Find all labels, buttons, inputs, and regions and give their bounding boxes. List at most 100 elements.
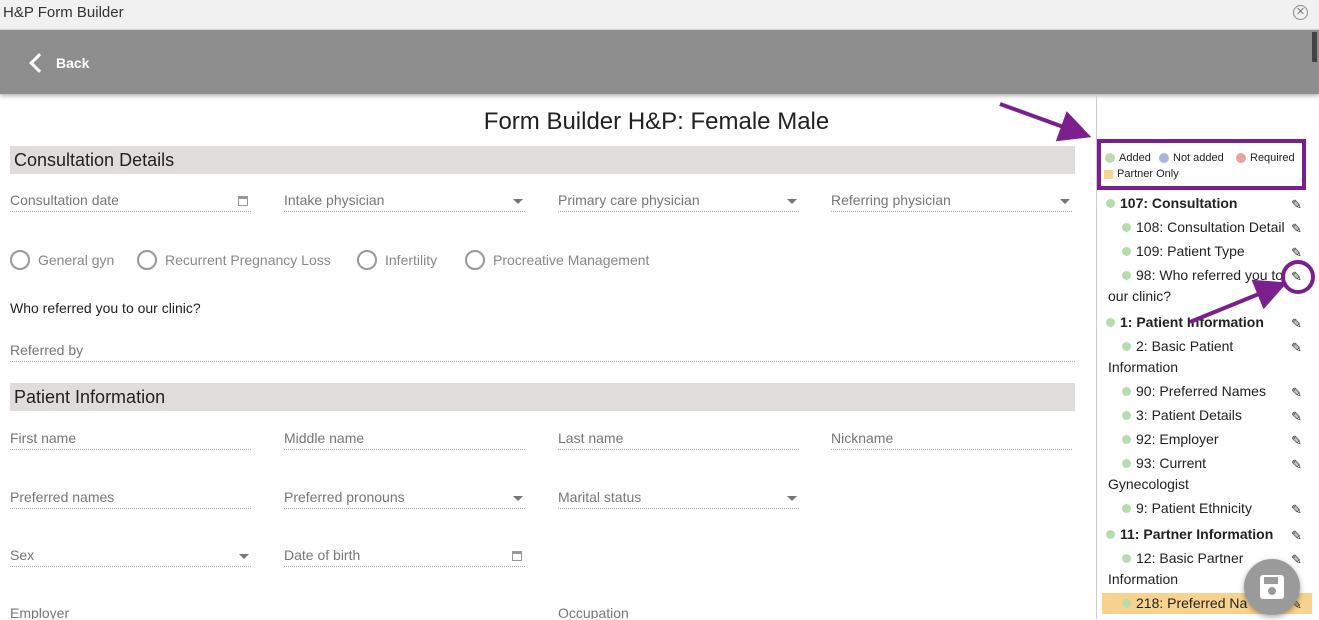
intake-physician-select[interactable]: Intake physician [284, 188, 525, 212]
legend-added: Added [1105, 152, 1151, 164]
pencil-icon[interactable]: ✎ [1291, 313, 1302, 334]
pencil-icon[interactable]: ✎ [1291, 525, 1302, 546]
status-dot-icon [1122, 504, 1131, 513]
chevron-down-icon [787, 199, 797, 204]
chevron-down-icon [513, 496, 523, 501]
field-label: Employer [10, 605, 70, 619]
tree-node-label: 98: Who referred you to [1136, 267, 1284, 283]
legend: Added Not added Required Partner Only [1097, 139, 1306, 190]
red-dot-icon [1236, 153, 1246, 163]
blue-dot-icon [1159, 153, 1169, 163]
green-dot-icon [1105, 153, 1115, 163]
referring-physician-select[interactable]: Referring physician [831, 188, 1072, 212]
legend-partner-only: Partner Only [1104, 168, 1179, 180]
tree-node-93[interactable]: 93: Current Gynecologist ✎ [1102, 453, 1312, 495]
tree-node-98[interactable]: 98: Who referred you to our clinic? ✎ [1102, 265, 1312, 307]
preferred-pronouns-select[interactable]: Preferred pronouns [284, 485, 525, 509]
back-label: Back [56, 55, 90, 71]
employer-field[interactable]: Employer [10, 601, 251, 619]
occupation-field[interactable]: Occupation [558, 601, 799, 619]
field-label: Occupation [558, 605, 629, 619]
first-name-field[interactable]: First name [10, 426, 251, 450]
section-header-patient: Patient Information [10, 383, 1075, 411]
status-dot-icon [1106, 318, 1115, 327]
referred-by-field[interactable]: Referred by [10, 338, 1075, 362]
tree-node-label: 108: Consultation Detail [1136, 219, 1285, 235]
save-button[interactable] [1244, 559, 1300, 615]
radio-label: Recurrent Pregnancy Loss [165, 252, 331, 268]
pencil-icon[interactable]: ✎ [1291, 499, 1302, 520]
consultation-date-field[interactable]: Consultation date [10, 188, 251, 212]
status-dot-icon [1122, 387, 1131, 396]
section-header-consultation: Consultation Details [10, 146, 1075, 174]
field-label: First name [10, 430, 77, 446]
status-dot-icon [1106, 199, 1115, 208]
status-dot-icon [1122, 271, 1131, 280]
field-label: Marital status [558, 489, 642, 505]
tree-node-2[interactable]: 2: Basic Patient Information ✎ [1102, 336, 1312, 378]
tree-node-3[interactable]: 3: Patient Details ✎ [1102, 405, 1312, 426]
pencil-icon[interactable]: ✎ [1291, 382, 1302, 403]
tree-node-label-line2: Gynecologist [1108, 476, 1189, 492]
referral-question: Who referred you to our clinic? [10, 300, 201, 316]
calendar-icon[interactable] [512, 551, 522, 561]
preferred-names-field[interactable]: Preferred names [10, 485, 251, 509]
tree-node-label: 218: Preferred Na [1136, 595, 1248, 611]
tree-node-label-line2: our clinic? [1108, 288, 1172, 304]
radio-label: Infertility [385, 252, 438, 268]
nickname-field[interactable]: Nickname [831, 426, 1072, 450]
radio-label: General gyn [38, 252, 115, 268]
field-label: Referred by [10, 342, 84, 358]
pencil-icon[interactable]: ✎ [1291, 454, 1302, 475]
field-label: Sex [10, 547, 35, 563]
tree-node-11[interactable]: 11: Partner Information ✎ [1102, 524, 1312, 545]
tree-node-107[interactable]: 107: Consultation ✎ [1102, 193, 1312, 214]
pencil-icon[interactable]: ✎ [1291, 430, 1302, 451]
tree-node-label: 90: Preferred Names [1136, 383, 1266, 399]
chevron-down-icon [787, 496, 797, 501]
scrollbar-thumb[interactable] [1312, 32, 1317, 62]
field-label: Nickname [831, 430, 894, 446]
pencil-icon[interactable]: ✎ [1291, 194, 1302, 215]
tree-node-92[interactable]: 92: Employer ✎ [1102, 429, 1312, 450]
tree-node-108[interactable]: 108: Consultation Detail ✎ [1102, 217, 1312, 238]
sex-select[interactable]: Sex [10, 543, 251, 567]
window-titlebar: H&P Form Builder ✕ [0, 0, 1319, 30]
middle-name-field[interactable]: Middle name [284, 426, 525, 450]
pencil-icon[interactable]: ✎ [1291, 266, 1302, 287]
radio-recurrent-pregnancy-loss[interactable]: Recurrent Pregnancy Loss [137, 250, 331, 270]
legend-required: Required [1236, 152, 1295, 164]
tree-node-9[interactable]: 9: Patient Ethnicity ✎ [1102, 498, 1312, 519]
date-of-birth-field[interactable]: Date of birth [284, 543, 525, 567]
close-icon[interactable]: ✕ [1293, 5, 1308, 20]
tree-node-label: 9: Patient Ethnicity [1136, 500, 1252, 516]
calendar-icon[interactable] [238, 196, 248, 206]
back-button[interactable]: Back [24, 50, 89, 76]
status-dot-icon [1122, 223, 1131, 232]
tree-node-90[interactable]: 90: Preferred Names ✎ [1102, 381, 1312, 402]
tree-node-1[interactable]: 1: Patient Information ✎ [1102, 312, 1312, 333]
app-header: Back [0, 30, 1319, 94]
primary-care-physician-select[interactable]: Primary care physician [558, 188, 799, 212]
tree-node-109[interactable]: 109: Patient Type ✎ [1102, 241, 1312, 262]
status-dot-icon [1122, 247, 1131, 256]
tree-node-label-line2: Information [1108, 359, 1179, 375]
window-title: H&P Form Builder [3, 4, 124, 21]
radio-infertility[interactable]: Infertility [357, 250, 437, 270]
chevron-left-icon [29, 53, 49, 73]
legend-label: Partner Only [1117, 168, 1179, 180]
marital-status-select[interactable]: Marital status [558, 485, 799, 509]
field-label: Consultation date [10, 192, 119, 208]
pencil-icon[interactable]: ✎ [1291, 218, 1302, 239]
pencil-icon[interactable]: ✎ [1291, 406, 1302, 427]
last-name-field[interactable]: Last name [558, 426, 799, 450]
pencil-icon[interactable]: ✎ [1291, 337, 1302, 358]
radio-procreative-management[interactable]: Procreative Management [465, 250, 649, 270]
status-dot-icon [1122, 435, 1131, 444]
status-dot-icon [1122, 599, 1131, 608]
tree-node-label: 93: Current [1136, 455, 1207, 471]
field-label: Preferred pronouns [284, 489, 405, 505]
field-label: Middle name [284, 430, 365, 446]
radio-general-gyn[interactable]: General gyn [10, 250, 114, 270]
pencil-icon[interactable]: ✎ [1291, 242, 1302, 263]
